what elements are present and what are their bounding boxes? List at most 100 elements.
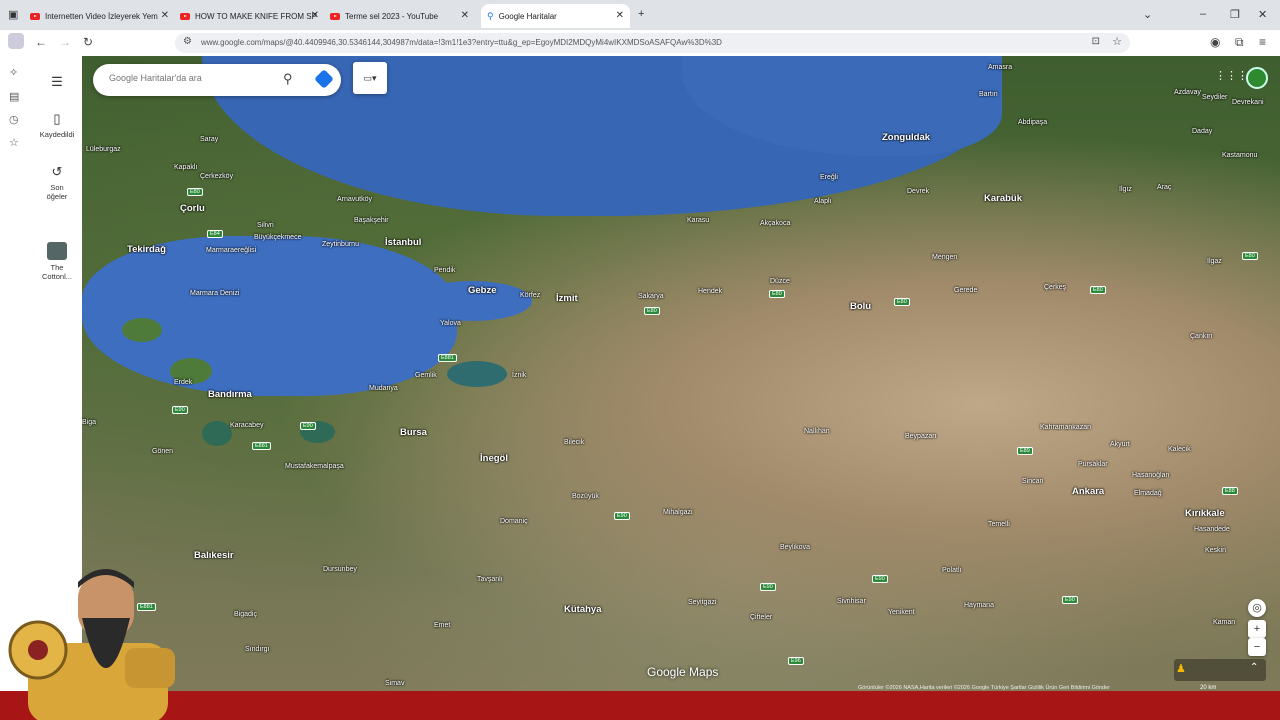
place-label[interactable]: Bilecik bbox=[564, 439, 584, 446]
place-label[interactable]: Sındırgı bbox=[245, 646, 270, 653]
tab-search-icon[interactable]: ⌄ bbox=[1143, 8, 1152, 21]
place-label[interactable]: Kastamonu bbox=[1222, 152, 1257, 159]
install-app-icon[interactable]: ⊡ bbox=[1092, 36, 1100, 47]
apps-grid-icon[interactable]: ⋮⋮⋮ bbox=[1215, 69, 1248, 82]
place-label[interactable]: Bolu bbox=[850, 301, 871, 312]
menu-icon[interactable]: ≡ bbox=[1259, 35, 1266, 49]
search-input[interactable] bbox=[107, 72, 271, 84]
place-label[interactable]: Amasra bbox=[988, 64, 1012, 71]
expand-icon[interactable]: ⌃ bbox=[1250, 662, 1258, 673]
layers-toggle-button[interactable]: ▭▾ bbox=[353, 62, 387, 94]
place-label[interactable]: Zonguldak bbox=[882, 132, 930, 143]
place-label[interactable]: Emet bbox=[434, 622, 450, 629]
place-label[interactable]: Yenikent bbox=[888, 609, 915, 616]
place-label[interactable]: Çerkezköy bbox=[200, 173, 233, 180]
site-info-icon[interactable]: ⚙ bbox=[183, 36, 192, 47]
satellite-map[interactable]: Amasra Zonguldak Bartın Abdipaşa Azdavay… bbox=[82, 56, 1280, 691]
place-label[interactable]: Haymana bbox=[964, 602, 994, 609]
place-label[interactable]: Gebze bbox=[468, 285, 497, 296]
place-label[interactable]: Kaman bbox=[1213, 619, 1235, 626]
place-label[interactable]: Bandırma bbox=[208, 389, 252, 400]
place-label[interactable]: Silivri bbox=[257, 222, 274, 229]
place-label[interactable]: Saray bbox=[200, 136, 218, 143]
place-label[interactable]: Başakşehir bbox=[354, 217, 389, 224]
directions-icon[interactable] bbox=[314, 69, 334, 89]
place-label[interactable]: Kahramankazan bbox=[1040, 424, 1091, 431]
place-label[interactable]: Bartın bbox=[979, 91, 998, 98]
bookmark-star-icon[interactable]: ☆ bbox=[1112, 35, 1122, 48]
place-label[interactable]: Beylikova bbox=[780, 544, 810, 551]
place-label[interactable]: Karacabey bbox=[230, 422, 263, 429]
tab-actions-icon[interactable]: ▣ bbox=[8, 8, 18, 21]
place-label[interactable]: Hendek bbox=[698, 288, 722, 295]
place-label[interactable]: Elmadağ bbox=[1134, 490, 1162, 497]
account-avatar[interactable] bbox=[1246, 67, 1268, 89]
place-label[interactable]: Mihalgazi bbox=[663, 509, 693, 516]
place-label[interactable]: Nallıhan bbox=[804, 428, 830, 435]
place-label[interactable]: Biga bbox=[82, 419, 96, 426]
zoom-in-button[interactable]: + bbox=[1248, 620, 1266, 638]
new-tab-button[interactable]: + bbox=[638, 8, 644, 20]
reading-list-icon[interactable]: ▤ bbox=[9, 90, 19, 103]
forward-icon[interactable]: → bbox=[59, 35, 71, 49]
place-label[interactable]: Gönen bbox=[152, 448, 173, 455]
place-label[interactable]: Ankara bbox=[1072, 486, 1104, 497]
place-label[interactable]: Sakarya bbox=[638, 293, 664, 300]
place-label[interactable]: Çerkeş bbox=[1044, 284, 1066, 291]
address-bar[interactable]: ⚙ www.google.com/maps/@40.4409946,30.534… bbox=[175, 33, 1130, 53]
place-label[interactable]: Tavşanlı bbox=[477, 576, 503, 583]
extensions-icon[interactable]: ⧉ bbox=[1235, 35, 1244, 50]
tab-google-maps[interactable]: ⚲ Google Haritalar ✕ bbox=[481, 4, 630, 28]
place-label[interactable]: Körfez bbox=[520, 292, 540, 299]
place-label[interactable]: Ilgaz bbox=[1207, 258, 1222, 265]
place-label[interactable]: Marmara Denizi bbox=[190, 290, 239, 297]
close-tab-icon[interactable]: ✕ bbox=[616, 10, 624, 21]
ai-sparkle-icon[interactable]: ✧ bbox=[9, 66, 18, 79]
place-label[interactable]: Alaplı bbox=[814, 198, 832, 205]
place-label[interactable]: Akyurt bbox=[1110, 441, 1130, 448]
close-tab-icon[interactable]: ✕ bbox=[161, 10, 169, 21]
place-label[interactable]: Marmaraereğlisi bbox=[206, 247, 256, 254]
place-label[interactable]: Ilgız bbox=[1119, 186, 1132, 193]
place-label[interactable]: Gerede bbox=[954, 287, 977, 294]
close-window-icon[interactable]: ✕ bbox=[1258, 8, 1267, 21]
place-label[interactable]: Kalecik bbox=[1168, 446, 1191, 453]
tab-terme[interactable]: Terme sel 2023 - YouTube ✕ bbox=[330, 4, 475, 28]
place-label[interactable]: Simav bbox=[385, 680, 404, 687]
place-label[interactable]: Sincan bbox=[1022, 478, 1043, 485]
place-label[interactable]: Pendik bbox=[434, 267, 455, 274]
place-label[interactable]: Lüleburgaz bbox=[86, 146, 121, 153]
back-icon[interactable]: ← bbox=[35, 35, 47, 49]
place-label[interactable]: Karabük bbox=[984, 193, 1022, 204]
place-label[interactable]: Seyitgazi bbox=[688, 599, 716, 606]
place-label[interactable]: Hasandede bbox=[1194, 526, 1230, 533]
place-label[interactable]: Yalova bbox=[440, 320, 461, 327]
place-label[interactable]: Kapaklı bbox=[174, 164, 197, 171]
place-label[interactable]: Zeytinburnu bbox=[322, 241, 359, 248]
place-label[interactable]: Erdek bbox=[174, 379, 192, 386]
place-label[interactable]: Balıkesir bbox=[194, 550, 234, 561]
tab-knife[interactable]: HOW TO MAKE KNIFE FROM SP ✕ bbox=[180, 4, 325, 28]
place-label[interactable]: Domaniç bbox=[500, 518, 528, 525]
place-label[interactable]: Tekirdağ bbox=[127, 244, 166, 255]
saved-button[interactable]: ▯ Kaydedildi bbox=[32, 111, 82, 139]
close-tab-icon[interactable]: ✕ bbox=[311, 10, 319, 21]
place-label[interactable]: Beypazarı bbox=[905, 433, 937, 440]
restore-icon[interactable]: ❐ bbox=[1230, 8, 1240, 21]
place-label[interactable]: İzmit bbox=[556, 293, 578, 304]
place-label[interactable]: Çankırı bbox=[1190, 333, 1213, 340]
place-label[interactable]: Hasanoğlan bbox=[1132, 472, 1169, 479]
hamburger-menu-button[interactable]: ☰ bbox=[32, 74, 82, 93]
place-label[interactable]: İznik bbox=[512, 372, 526, 379]
place-label[interactable]: Keskin bbox=[1205, 547, 1226, 554]
place-label[interactable]: Araç bbox=[1157, 184, 1171, 191]
place-label[interactable]: Çifteler bbox=[750, 614, 772, 621]
profile-icon[interactable]: ◉ bbox=[1210, 35, 1220, 49]
minimize-icon[interactable]: – bbox=[1200, 8, 1206, 20]
place-label[interactable]: Ereğli bbox=[820, 174, 838, 181]
my-location-button[interactable]: ◎ bbox=[1248, 599, 1266, 617]
place-label[interactable]: Kırıkkale bbox=[1185, 508, 1225, 519]
place-label[interactable]: Temelli bbox=[988, 521, 1010, 528]
place-label[interactable]: Daday bbox=[1192, 128, 1212, 135]
place-label[interactable]: Seydiler bbox=[1202, 94, 1227, 101]
